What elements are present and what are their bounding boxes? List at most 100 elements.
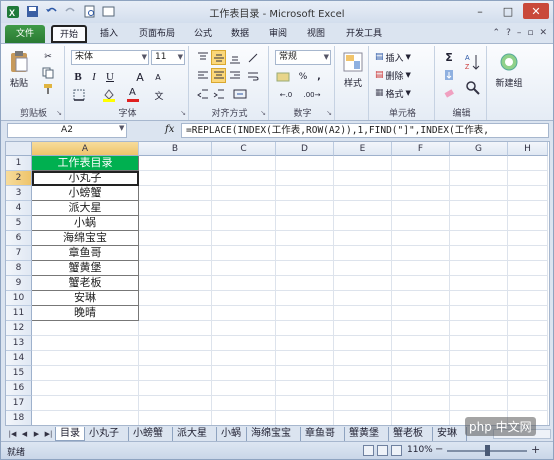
zoom-out-button[interactable]: − xyxy=(435,444,443,455)
cell-a16[interactable] xyxy=(32,381,139,396)
column-header-b[interactable]: B xyxy=(139,142,212,156)
sheet-tab-4[interactable]: 小蜗 xyxy=(217,427,247,441)
bold-button[interactable]: B xyxy=(71,70,85,84)
name-box[interactable]: A2 xyxy=(7,123,127,138)
number-format-combo[interactable]: 常规 ▼ xyxy=(275,50,331,65)
cell-d17[interactable] xyxy=(276,396,334,411)
cell-d15[interactable] xyxy=(276,366,334,381)
cell-a10[interactable]: 安琳 xyxy=(32,291,139,306)
font-launcher-icon[interactable]: ↘ xyxy=(180,109,186,117)
cell-e17[interactable] xyxy=(334,396,392,411)
cell-a6[interactable]: 海绵宝宝 xyxy=(32,231,139,246)
format-painter-icon[interactable] xyxy=(41,82,55,96)
zoom-slider-thumb[interactable] xyxy=(485,445,490,456)
cell-d6[interactable] xyxy=(276,231,334,246)
cell-e13[interactable] xyxy=(334,336,392,351)
cell-c16[interactable] xyxy=(212,381,276,396)
prev-sheet-icon[interactable]: ◀ xyxy=(19,428,30,440)
cell-c8[interactable] xyxy=(212,261,276,276)
tab-developer[interactable]: 开发工具 xyxy=(339,25,389,43)
row-header-16[interactable]: 16 xyxy=(6,381,32,396)
cut-icon[interactable]: ✂ xyxy=(41,50,55,64)
cell-f11[interactable] xyxy=(392,306,450,321)
cell-a2[interactable]: 小丸子 xyxy=(32,171,139,186)
alignment-launcher-icon[interactable]: ↘ xyxy=(260,109,266,117)
cell-f2[interactable] xyxy=(392,171,450,186)
decrease-indent-icon[interactable] xyxy=(195,86,210,101)
column-header-f[interactable]: F xyxy=(392,142,450,156)
last-sheet-icon[interactable]: ▶| xyxy=(43,428,54,440)
cell-b13[interactable] xyxy=(139,336,212,351)
cell-g12[interactable] xyxy=(450,321,508,336)
cell-d2[interactable] xyxy=(276,171,334,186)
styles-icon[interactable] xyxy=(341,50,365,74)
row-header-14[interactable]: 14 xyxy=(6,351,32,366)
cell-f14[interactable] xyxy=(392,351,450,366)
cell-f4[interactable] xyxy=(392,201,450,216)
column-header-g[interactable]: G xyxy=(450,142,508,156)
sheet-tab-5[interactable]: 海绵宝宝 xyxy=(247,427,301,441)
row-header-2[interactable]: 2 xyxy=(6,171,32,186)
chevron-down-icon[interactable]: ▼ xyxy=(119,124,124,132)
cell-e5[interactable] xyxy=(334,216,392,231)
cell-g8[interactable] xyxy=(450,261,508,276)
insert-cells-button[interactable]: ▤ 插入 ▼ xyxy=(375,50,431,64)
cell-f6[interactable] xyxy=(392,231,450,246)
find-select-icon[interactable] xyxy=(463,78,483,98)
cell-b7[interactable] xyxy=(139,246,212,261)
normal-view-icon[interactable] xyxy=(363,445,374,456)
copy-icon[interactable] xyxy=(41,66,55,80)
cell-f5[interactable] xyxy=(392,216,450,231)
cell-h9[interactable] xyxy=(508,276,548,291)
cell-c11[interactable] xyxy=(212,306,276,321)
newgroup-icon[interactable] xyxy=(497,50,521,74)
cell-c14[interactable] xyxy=(212,351,276,366)
align-bottom-icon[interactable] xyxy=(227,50,242,65)
cell-a9[interactable]: 蟹老板 xyxy=(32,276,139,291)
cell-d14[interactable] xyxy=(276,351,334,366)
autosum-button[interactable]: Σ xyxy=(441,50,457,64)
cell-h13[interactable] xyxy=(508,336,548,351)
cell-d1[interactable] xyxy=(276,156,334,171)
format-cells-button[interactable]: ▦ 格式 ▼ xyxy=(375,86,431,100)
row-header-4[interactable]: 4 xyxy=(6,201,32,216)
cell-d13[interactable] xyxy=(276,336,334,351)
paste-button[interactable]: 粘贴 xyxy=(5,76,33,89)
cell-f9[interactable] xyxy=(392,276,450,291)
cell-c3[interactable] xyxy=(212,186,276,201)
cell-h1[interactable] xyxy=(508,156,548,171)
sheet-tab-0[interactable]: 目录 xyxy=(55,427,85,441)
sort-filter-icon[interactable]: AZ xyxy=(463,50,483,74)
cell-b16[interactable] xyxy=(139,381,212,396)
cell-b6[interactable] xyxy=(139,231,212,246)
tab-review[interactable]: 审阅 xyxy=(263,25,293,43)
cell-b12[interactable] xyxy=(139,321,212,336)
font-name-combo[interactable]: 宋体 ▼ xyxy=(71,50,149,65)
cell-g11[interactable] xyxy=(450,306,508,321)
cell-g14[interactable] xyxy=(450,351,508,366)
workbook-close-icon[interactable]: ✕ xyxy=(539,28,547,38)
cell-g4[interactable] xyxy=(450,201,508,216)
align-center-icon[interactable] xyxy=(211,68,226,83)
increase-indent-icon[interactable] xyxy=(211,86,226,101)
newgroup-button[interactable]: 新建组 xyxy=(489,76,529,89)
cell-c15[interactable] xyxy=(212,366,276,381)
cell-f7[interactable] xyxy=(392,246,450,261)
font-size-combo[interactable]: 11 ▼ xyxy=(151,50,185,65)
cell-c2[interactable] xyxy=(212,171,276,186)
cell-f8[interactable] xyxy=(392,261,450,276)
cell-a14[interactable] xyxy=(32,351,139,366)
cell-b17[interactable] xyxy=(139,396,212,411)
row-header-7[interactable]: 7 xyxy=(6,246,32,261)
cell-c10[interactable] xyxy=(212,291,276,306)
column-header-e[interactable]: E xyxy=(334,142,392,156)
cell-f1[interactable] xyxy=(392,156,450,171)
cell-a4[interactable]: 派大星 xyxy=(32,201,139,216)
row-header-3[interactable]: 3 xyxy=(6,186,32,201)
styles-button[interactable]: 样式 xyxy=(337,76,369,89)
column-header-d[interactable]: D xyxy=(276,142,334,156)
cell-a11[interactable]: 晚晴 xyxy=(32,306,139,321)
cell-f13[interactable] xyxy=(392,336,450,351)
cell-f12[interactable] xyxy=(392,321,450,336)
wrap-text-icon[interactable] xyxy=(245,68,260,83)
